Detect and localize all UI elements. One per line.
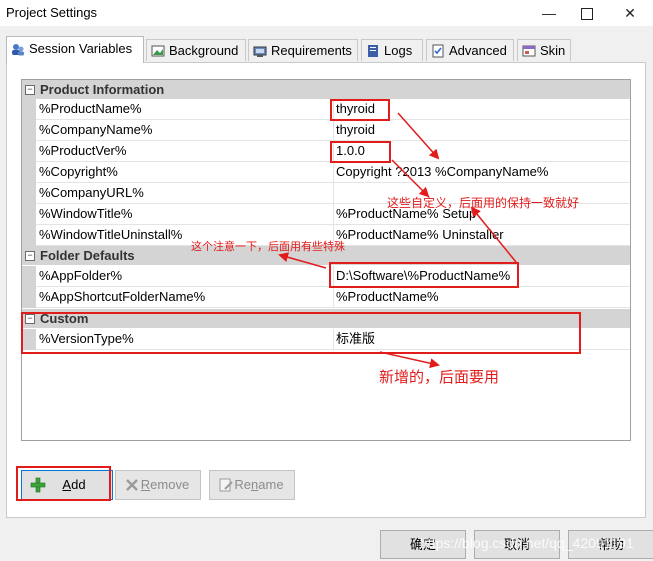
highlight-product-ver xyxy=(330,141,391,163)
property-name: %Copyright% xyxy=(36,162,334,183)
property-name: %ProductVer% xyxy=(36,141,334,162)
tab-session-variables[interactable]: Session Variables xyxy=(6,36,144,63)
background-icon xyxy=(151,45,165,57)
annotation-new-note: 新增的，后面要用 xyxy=(379,369,500,386)
row-gutter xyxy=(22,120,36,141)
row-gutter xyxy=(22,162,36,183)
maximize-button[interactable] xyxy=(567,0,607,26)
close-icon: ✕ xyxy=(624,5,636,21)
property-row[interactable]: %ProductName% thyroid xyxy=(22,99,630,120)
highlight-app-folder xyxy=(329,262,519,288)
property-value[interactable]: thyroid xyxy=(333,120,630,141)
row-gutter xyxy=(22,204,36,225)
property-value[interactable]: Copyright ?2013 %CompanyName% xyxy=(333,162,630,183)
maximize-icon xyxy=(581,8,593,21)
rename-icon xyxy=(219,478,233,492)
tab-skin[interactable]: Skin xyxy=(517,39,571,61)
property-grid: − Product Information %ProductName% thyr… xyxy=(21,79,631,441)
property-name: %WindowTitle% xyxy=(36,204,334,225)
collapse-icon[interactable]: − xyxy=(25,85,35,95)
tab-logs[interactable]: Logs xyxy=(361,39,423,61)
property-name: %CompanyName% xyxy=(36,120,334,141)
property-name: %AppShortcutFolderName% xyxy=(36,287,334,308)
property-row[interactable]: %AppFolder% D:\Software\%ProductName% xyxy=(22,266,630,287)
row-gutter xyxy=(22,225,36,246)
advanced-icon xyxy=(432,44,444,58)
annotation-folder-note: 这个注意一下，后面用有些特殊 xyxy=(191,241,345,253)
session-variables-panel: − Product Information %ProductName% thyr… xyxy=(6,62,646,518)
tab-label: Session Variables xyxy=(29,41,133,56)
category-product-information[interactable]: − Product Information xyxy=(22,80,630,99)
tab-advanced[interactable]: Advanced xyxy=(426,39,514,61)
watermark: https://blog.csdn.net/qq_42091191 xyxy=(420,535,634,551)
tab-requirements[interactable]: Requirements xyxy=(248,39,358,61)
highlight-product-name xyxy=(330,99,390,121)
tab-label: Background xyxy=(169,43,239,58)
property-name: %ProductName% xyxy=(36,99,334,120)
remove-icon xyxy=(126,479,138,491)
variables-icon xyxy=(12,44,24,56)
tab-background[interactable]: Background xyxy=(146,39,246,61)
property-value[interactable]: %ProductName% Uninstaller xyxy=(333,225,630,246)
row-gutter xyxy=(22,183,36,204)
requirements-icon xyxy=(253,46,267,57)
category-label: Folder Defaults xyxy=(40,248,135,263)
rename-button[interactable]: Rename xyxy=(209,470,295,500)
collapse-icon[interactable]: − xyxy=(25,251,35,261)
tab-strip: Session Variables Background Requirement… xyxy=(6,36,646,63)
category-label: Product Information xyxy=(40,82,165,97)
row-gutter xyxy=(22,99,36,120)
tab-label: Skin xyxy=(540,43,566,58)
property-row[interactable]: %Copyright% Copyright ?2013 %CompanyName… xyxy=(22,162,630,183)
row-gutter xyxy=(22,141,36,162)
row-gutter xyxy=(22,287,36,308)
remove-button[interactable]: Remove xyxy=(115,470,201,500)
annotation-custom-note: 这些自定义，后面用的保持一致就好 xyxy=(387,196,580,210)
highlight-custom-section xyxy=(21,312,581,354)
window-title: Project Settings xyxy=(6,5,98,20)
highlight-add-button xyxy=(16,466,111,501)
property-row[interactable]: %AppShortcutFolderName% %ProductName% xyxy=(22,287,630,308)
property-row[interactable]: %ProductVer% 1.0.0 xyxy=(22,141,630,162)
property-name: %AppFolder% xyxy=(36,266,334,287)
minimize-icon: — xyxy=(542,5,556,21)
row-gutter xyxy=(22,266,36,287)
property-name: %CompanyURL% xyxy=(36,183,334,204)
minimize-button[interactable]: — xyxy=(529,0,569,26)
close-button[interactable]: ✕ xyxy=(610,0,650,26)
property-row[interactable]: %CompanyName% thyroid xyxy=(22,120,630,141)
skin-icon xyxy=(522,45,536,57)
title-bar: Project Settings — ✕ xyxy=(0,0,653,26)
property-value[interactable]: %ProductName% xyxy=(333,287,630,308)
tab-label: Logs xyxy=(384,43,413,58)
tab-label: Advanced xyxy=(449,43,507,58)
tab-label: Requirements xyxy=(271,43,352,58)
logs-icon xyxy=(368,45,378,57)
